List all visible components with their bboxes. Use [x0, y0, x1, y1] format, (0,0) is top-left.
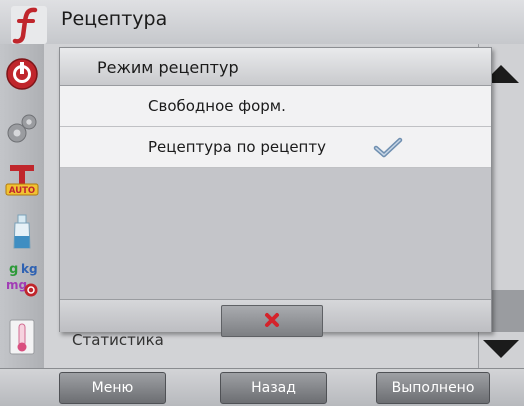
checkmark-icon [373, 137, 403, 158]
option-label: Рецептура по рецепту [148, 138, 326, 156]
list-item-partial[interactable]: Статистика [72, 331, 164, 349]
dialog-header: Режим рецептур [60, 48, 491, 86]
gears-icon[interactable] [4, 107, 40, 151]
option-label: Свободное форм. [148, 97, 286, 115]
unit-kg-label: kg [21, 262, 38, 276]
dialog-footer [60, 299, 491, 337]
units-icon[interactable]: g kg mg [4, 258, 40, 302]
auto-tare-icon[interactable]: AUTO [4, 160, 40, 204]
bottle-icon[interactable] [4, 210, 40, 254]
scroll-thumb[interactable] [487, 290, 524, 332]
thermometer-icon[interactable] [4, 316, 40, 360]
option-free-formulation[interactable]: Свободное форм. [60, 86, 491, 127]
scroll-down-arrow-icon[interactable] [478, 336, 524, 362]
done-button[interactable]: Выполнено [376, 372, 490, 404]
recipe-mode-dialog: Режим рецептур Свободное форм. Рецептура… [59, 47, 492, 337]
app-header: Рецептура [0, 0, 524, 44]
auto-label: AUTO [9, 186, 35, 196]
close-x-icon [265, 313, 279, 327]
page-title: Рецептура [61, 8, 168, 30]
unit-g-label: g [9, 262, 18, 277]
power-icon[interactable] [4, 52, 40, 96]
unit-mg-label: mg [6, 278, 27, 292]
dialog-title: Режим рецептур [97, 58, 239, 77]
menu-button[interactable]: Меню [59, 372, 166, 404]
option-recipe-by-recipe[interactable]: Рецептура по рецепту [60, 127, 491, 168]
function-logo-icon [11, 6, 47, 44]
cancel-button[interactable] [221, 305, 323, 337]
back-button[interactable]: Назад [220, 372, 327, 404]
screen-frame: Рецептура AUTO g kg mg Статистика Режим … [0, 0, 524, 406]
